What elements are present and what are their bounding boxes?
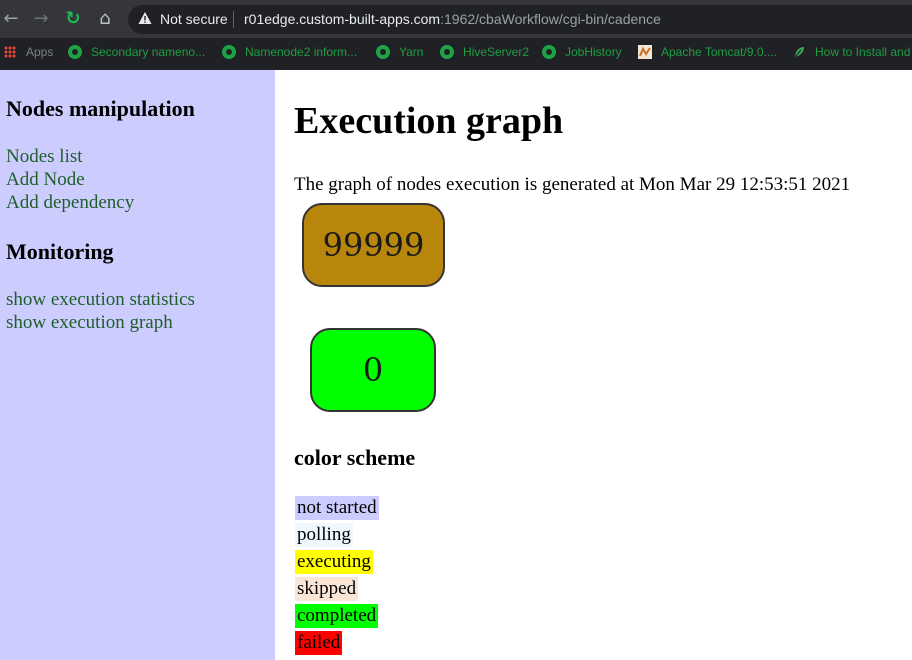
bookmark-namenode2[interactable]: Namenode2 inform... xyxy=(222,44,357,60)
legend-completed: completed xyxy=(295,604,379,628)
address-bar[interactable]: Not secure r01edge.custom-built-apps.com… xyxy=(128,5,912,34)
tomcat-icon xyxy=(638,45,652,59)
globe-icon xyxy=(440,45,454,59)
bookmark-jobhistory[interactable]: JobHistory xyxy=(542,44,622,60)
forward-button[interactable]: → xyxy=(30,8,52,30)
monitoring-heading: Monitoring xyxy=(6,239,114,264)
toolbar: ← → ↻ ⌂ Not secure r01edge.custom-built-… xyxy=(0,0,912,38)
url-text[interactable]: r01edge.custom-built-apps.com:1962/cbaWo… xyxy=(244,11,661,27)
bookmark-label: Namenode2 inform... xyxy=(245,45,358,59)
url-host: r01edge.custom-built-apps.com xyxy=(244,11,441,27)
color-scheme-heading: color scheme xyxy=(294,445,416,470)
home-button[interactable]: ⌂ xyxy=(94,8,116,30)
legend-skipped: skipped xyxy=(295,577,359,601)
graph-node[interactable]: 0 xyxy=(310,328,436,412)
graph-node[interactable]: 99999 xyxy=(302,203,445,287)
bookmarks-bar: Apps Secondary nameno... Namenode2 infor… xyxy=(0,38,912,68)
bookmark-how-to-install[interactable]: How to Install and xyxy=(792,44,910,60)
reload-button[interactable]: ↻ xyxy=(62,8,84,30)
bookmark-label: HiveServer2 xyxy=(463,45,530,59)
generated-timestamp-text: The graph of nodes execution is generate… xyxy=(294,174,851,195)
globe-icon xyxy=(222,45,236,59)
browser-chrome: ← → ↻ ⌂ Not secure r01edge.custom-built-… xyxy=(0,0,912,70)
legend-failed: failed xyxy=(295,631,343,655)
globe-icon xyxy=(542,45,556,59)
security-status[interactable]: Not secure xyxy=(160,11,228,27)
add-dependency-link[interactable]: Add dependency xyxy=(6,192,134,214)
bookmark-secondary-namenode[interactable]: Secondary nameno... xyxy=(68,44,205,60)
show-execution-graph-link[interactable]: show execution graph xyxy=(6,312,173,334)
sidebar: Nodes manipulation Nodes list Add Node A… xyxy=(0,70,275,660)
nodes-list-link[interactable]: Nodes list xyxy=(6,146,83,168)
bookmark-hiveserver2[interactable]: HiveServer2 xyxy=(440,44,529,60)
show-execution-statistics-link[interactable]: show execution statistics xyxy=(6,289,195,311)
bookmark-apps[interactable]: Apps xyxy=(4,44,53,60)
bookmark-apache-tomcat[interactable]: Apache Tomcat/9.0.... xyxy=(638,44,777,60)
bookmark-label: Yarn xyxy=(399,45,424,59)
page-title: Execution graph xyxy=(294,100,564,142)
address-divider xyxy=(233,11,234,28)
apps-grid-icon xyxy=(4,46,16,58)
bookmark-label: Apache Tomcat/9.0.... xyxy=(661,45,777,59)
bookmark-label: Secondary nameno... xyxy=(91,45,206,59)
warning-icon xyxy=(138,12,152,24)
bookmark-label: JobHistory xyxy=(565,45,622,59)
nodes-manipulation-heading: Nodes manipulation xyxy=(6,96,195,121)
legend-not-started: not started xyxy=(295,496,379,520)
bookmark-label: How to Install and xyxy=(815,45,911,59)
globe-icon xyxy=(68,45,82,59)
main-content: Execution graph The graph of nodes execu… xyxy=(275,70,912,660)
url-path: :1962/cbaWorkflow/cgi-bin/cadence xyxy=(440,11,661,27)
back-button[interactable]: ← xyxy=(0,8,22,30)
bookmark-label: Apps xyxy=(26,45,54,59)
leaf-icon xyxy=(794,47,804,58)
bookmark-yarn[interactable]: Yarn xyxy=(376,44,423,60)
legend-executing: executing xyxy=(295,550,373,574)
legend-polling: polling xyxy=(295,523,353,547)
globe-icon xyxy=(376,45,390,59)
add-node-link[interactable]: Add Node xyxy=(6,169,85,191)
